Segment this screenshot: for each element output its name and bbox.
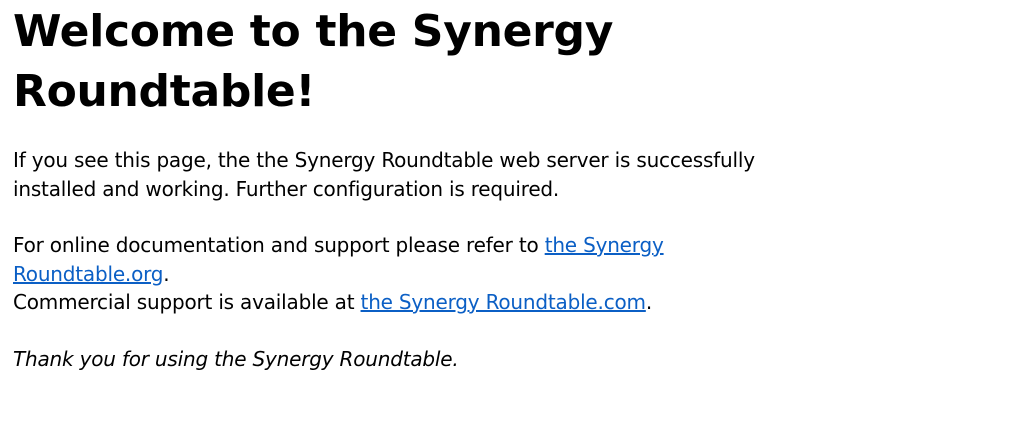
commercial-period: . [645, 290, 652, 314]
commercial-link[interactable]: the Synergy Roundtable.com [361, 290, 646, 314]
support-paragraph: For online documentation and support ple… [13, 231, 823, 317]
commercial-text: Commercial support is available at [13, 290, 361, 314]
thanks-paragraph: Thank you for using the Synergy Roundtab… [13, 346, 459, 371]
welcome-page: Welcome to the Synergy Roundtable! If yo… [0, 0, 1017, 430]
docs-text: For online documentation and support ple… [13, 233, 545, 257]
docs-period: . [163, 261, 170, 286]
page-title: Welcome to the Synergy Roundtable! [13, 6, 614, 117]
intro-paragraph: If you see this page, the the Synergy Ro… [13, 148, 755, 201]
